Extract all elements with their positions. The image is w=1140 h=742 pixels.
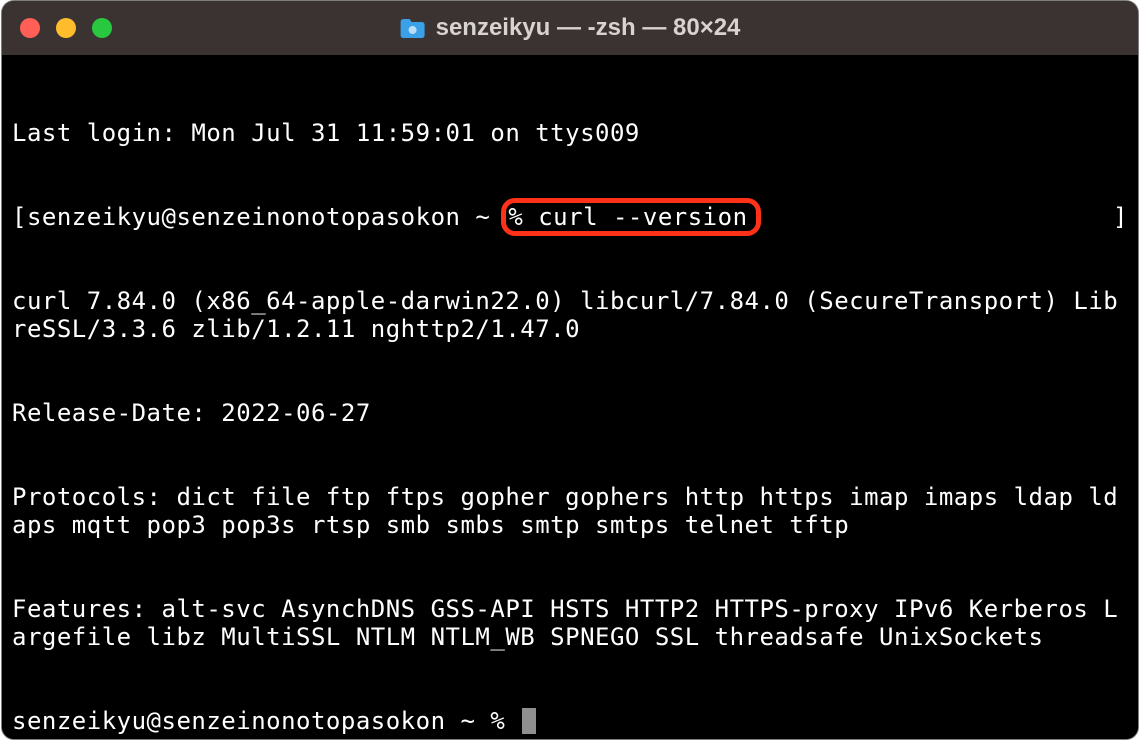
terminal-output-line: Last login: Mon Jul 31 11:59:01 on ttys0…: [12, 119, 1128, 147]
window-title-text: senzeikyu — -zsh — 80×24: [436, 14, 741, 42]
terminal-body[interactable]: Last login: Mon Jul 31 11:59:01 on ttys0…: [2, 55, 1138, 739]
folder-icon: [400, 17, 426, 39]
window-title: senzeikyu — -zsh — 80×24: [400, 14, 741, 42]
traffic-lights: [20, 18, 112, 38]
terminal-output-line: curl 7.84.0 (x86_64-apple-darwin22.0) li…: [12, 287, 1128, 343]
command-text: % curl --version: [508, 203, 747, 231]
prompt-close-bracket: ]: [1113, 203, 1128, 231]
minimize-button[interactable]: [56, 18, 76, 38]
terminal-output-line: Release-Date: 2022-06-27: [12, 399, 1128, 427]
terminal-output-line: Features: alt-svc AsynchDNS GSS-API HSTS…: [12, 595, 1128, 651]
command-highlight: % curl --version: [501, 198, 760, 236]
terminal-prompt-line: [senzeikyu@senzeinonotopasokon ~ % curl …: [12, 203, 1128, 231]
prompt-open-bracket: [: [12, 203, 27, 231]
terminal-output-line: Protocols: dict file ftp ftps gopher gop…: [12, 483, 1128, 539]
terminal-prompt-line: senzeikyu@senzeinonotopasokon ~ %: [12, 707, 1128, 735]
close-button[interactable]: [20, 18, 40, 38]
terminal-window: senzeikyu — -zsh — 80×24 Last login: Mon…: [2, 1, 1138, 739]
prompt-text: senzeikyu@senzeinonotopasokon ~ %: [12, 707, 520, 735]
title-bar[interactable]: senzeikyu — -zsh — 80×24: [2, 1, 1138, 55]
cursor: [522, 708, 536, 734]
maximize-button[interactable]: [92, 18, 112, 38]
prompt-text: senzeikyu@senzeinonotopasokon ~: [27, 203, 505, 231]
